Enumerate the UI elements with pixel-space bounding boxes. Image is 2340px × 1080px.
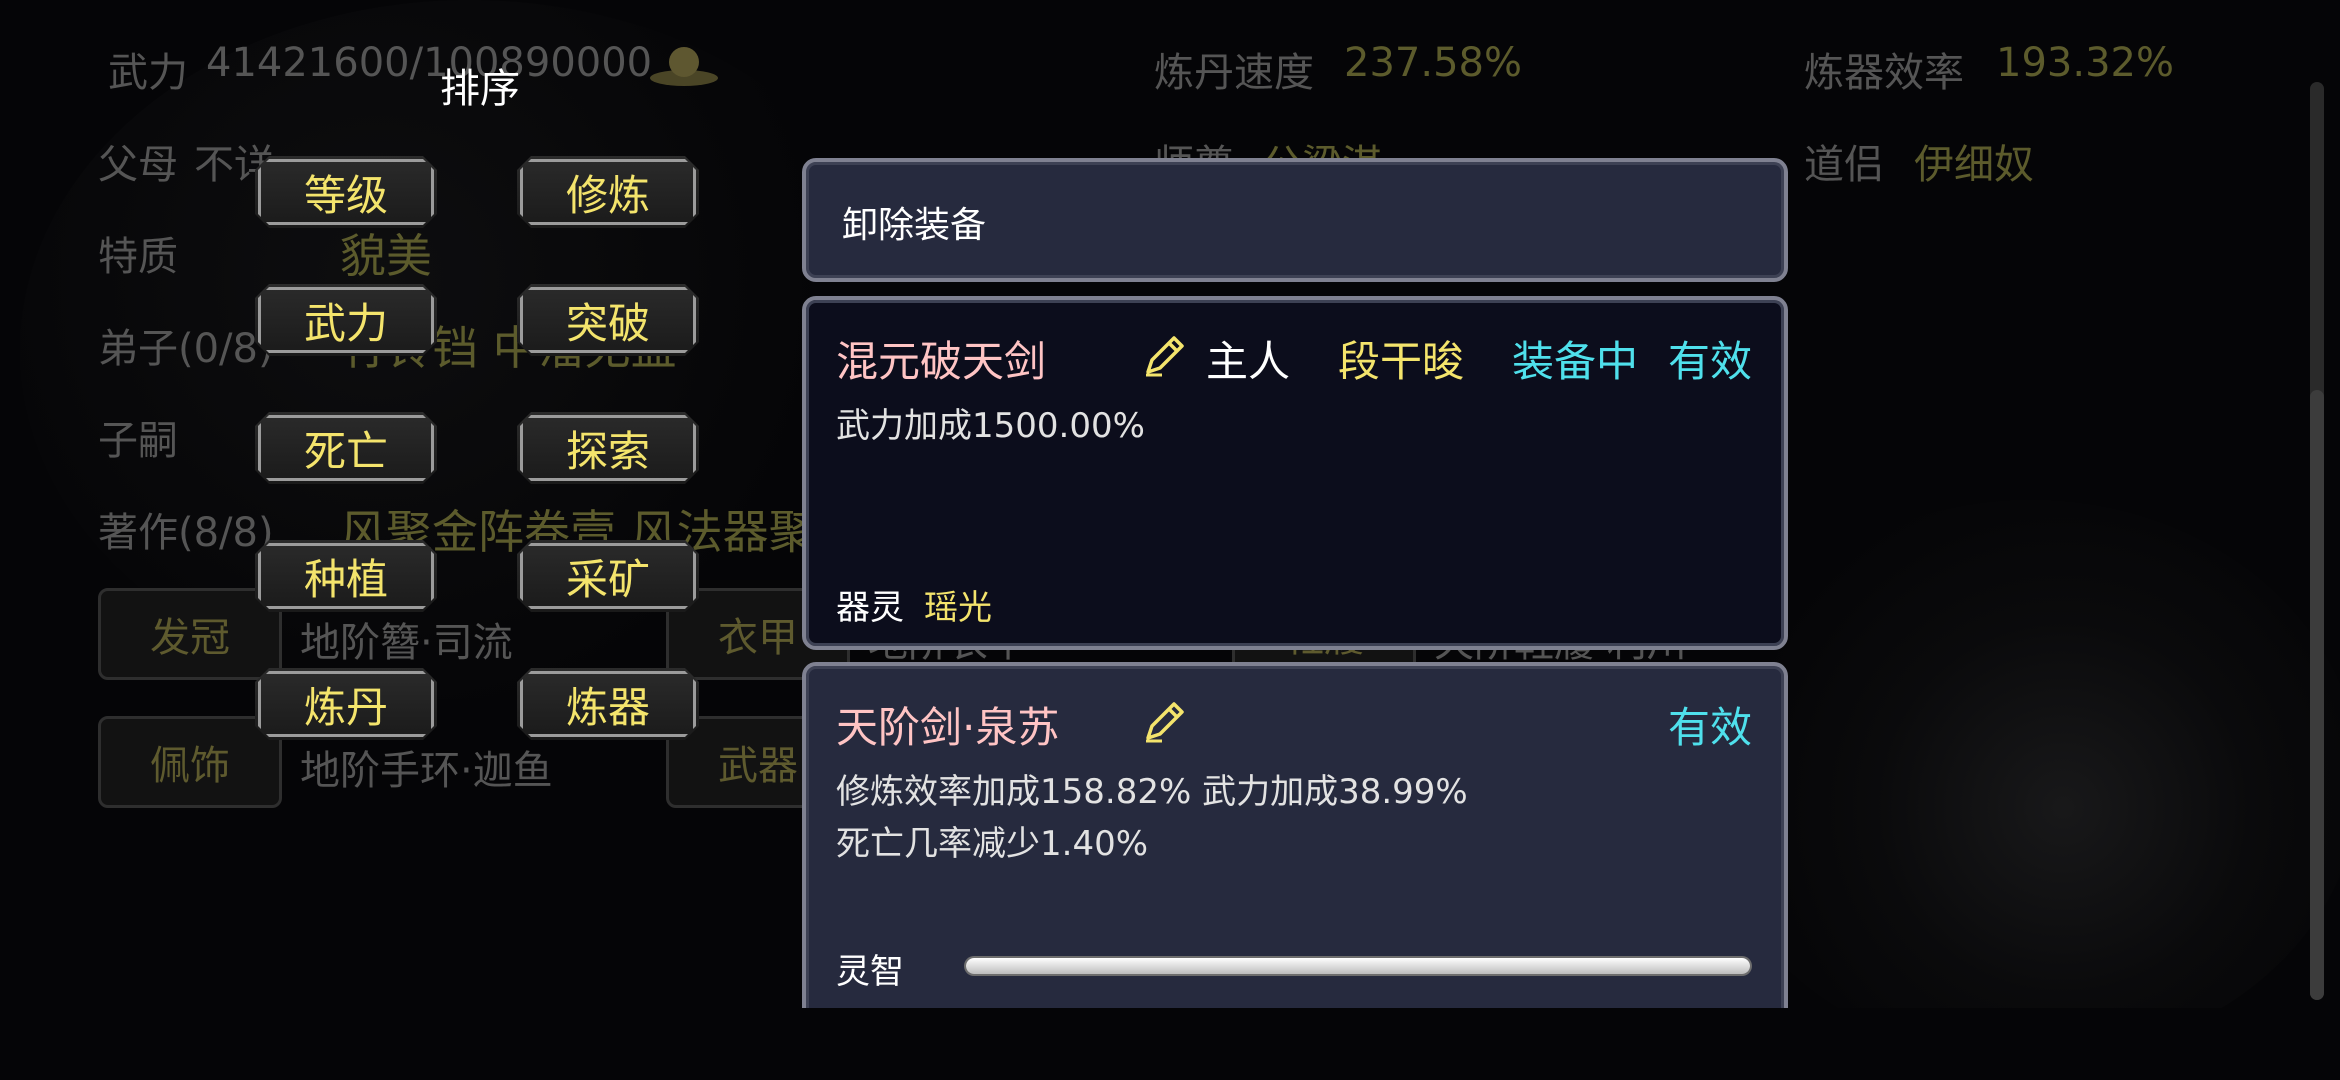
item1-owner-label: 主人 [1206, 337, 1291, 386]
background-cloud-pattern [1700, 500, 2340, 1060]
fumu-label: 父母 [98, 142, 178, 188]
item1-effect: 武力加成1500.00% [836, 406, 1145, 446]
sort-title: 排序 [440, 66, 520, 112]
item2-intellect-label: 灵智 [836, 952, 904, 992]
item2-name: 天阶剑·泉苏 [836, 703, 1060, 752]
sort-breakthrough-button[interactable]: 突破 [517, 284, 699, 356]
slot-hair-value: 地阶簪·司流 [300, 620, 513, 666]
list-clip-edge [0, 1008, 2340, 1080]
slot-accessory-value: 地阶手环·迦鱼 [300, 748, 553, 794]
liandan-value: 237.58% [1344, 40, 1522, 86]
item1-status: 装备中 [1512, 337, 1639, 386]
sort-forging-button[interactable]: 炼器 [517, 668, 699, 740]
zhuzuo-label: 著作(8/8) [98, 510, 274, 556]
slot-accessory-button[interactable]: 佩饰 [98, 716, 282, 808]
item1-spirit-name: 瑶光 [924, 588, 992, 628]
sort-death-button[interactable]: 死亡 [255, 412, 437, 484]
treasure-emblem-icon [650, 47, 718, 86]
wuli-value: 41421600/100890000 [206, 40, 653, 86]
sort-explore-button[interactable]: 探索 [517, 412, 699, 484]
sort-cultivation-button[interactable]: 修炼 [517, 156, 699, 228]
equipment-card-2[interactable]: 天阶剑·泉苏 有效 修炼效率加成158.82% 武力加成38.99% 死亡几率减… [802, 662, 1788, 1042]
sort-level-button[interactable]: 等级 [255, 156, 437, 228]
tezhi-value: 貌美 [340, 229, 432, 283]
lianqi-label: 炼器效率 [1804, 50, 1964, 96]
intellect-progress-bar [966, 958, 1750, 974]
pencil-icon[interactable] [1142, 332, 1188, 378]
tezhi-label: 特质 [98, 234, 178, 280]
equipment-card-1[interactable]: 混元破天剑 主人 段干晙 装备中 有效 武力加成1500.00% 器灵 瑶光 [802, 296, 1788, 650]
item1-name: 混元破天剑 [836, 337, 1047, 386]
item1-valid: 有效 [1668, 337, 1753, 386]
lianqi-value: 193.32% [1996, 40, 2174, 86]
sort-planting-button[interactable]: 种植 [255, 540, 437, 612]
item2-effect-line2: 死亡几率减少1.40% [836, 824, 1149, 864]
item2-valid: 有效 [1668, 703, 1753, 752]
zisi-label: 子嗣 [98, 418, 178, 464]
item1-owner-name: 段干晙 [1338, 337, 1465, 386]
unequip-label: 卸除装备 [842, 205, 987, 246]
sort-mining-button[interactable]: 采矿 [517, 540, 699, 612]
sort-alchemy-button[interactable]: 炼丹 [255, 668, 437, 740]
unequip-button[interactable]: 卸除装备 [802, 158, 1788, 282]
daolv-value[interactable]: 伊细奴 [1914, 132, 2034, 190]
dizi-label: 弟子(0/8) [98, 326, 274, 372]
sort-power-button[interactable]: 武力 [255, 284, 437, 356]
scrollbar-thumb[interactable] [2310, 390, 2324, 1000]
wuli-label: 武力 [108, 50, 188, 96]
pencil-icon[interactable] [1142, 698, 1188, 744]
item1-spirit-label: 器灵 [836, 588, 904, 628]
item2-effect-line1: 修炼效率加成158.82% 武力加成38.99% [836, 772, 1468, 812]
liandan-label: 炼丹速度 [1154, 50, 1314, 96]
daolv-label: 道侣 [1804, 142, 1884, 188]
slot-hair-button[interactable]: 发冠 [98, 588, 282, 680]
